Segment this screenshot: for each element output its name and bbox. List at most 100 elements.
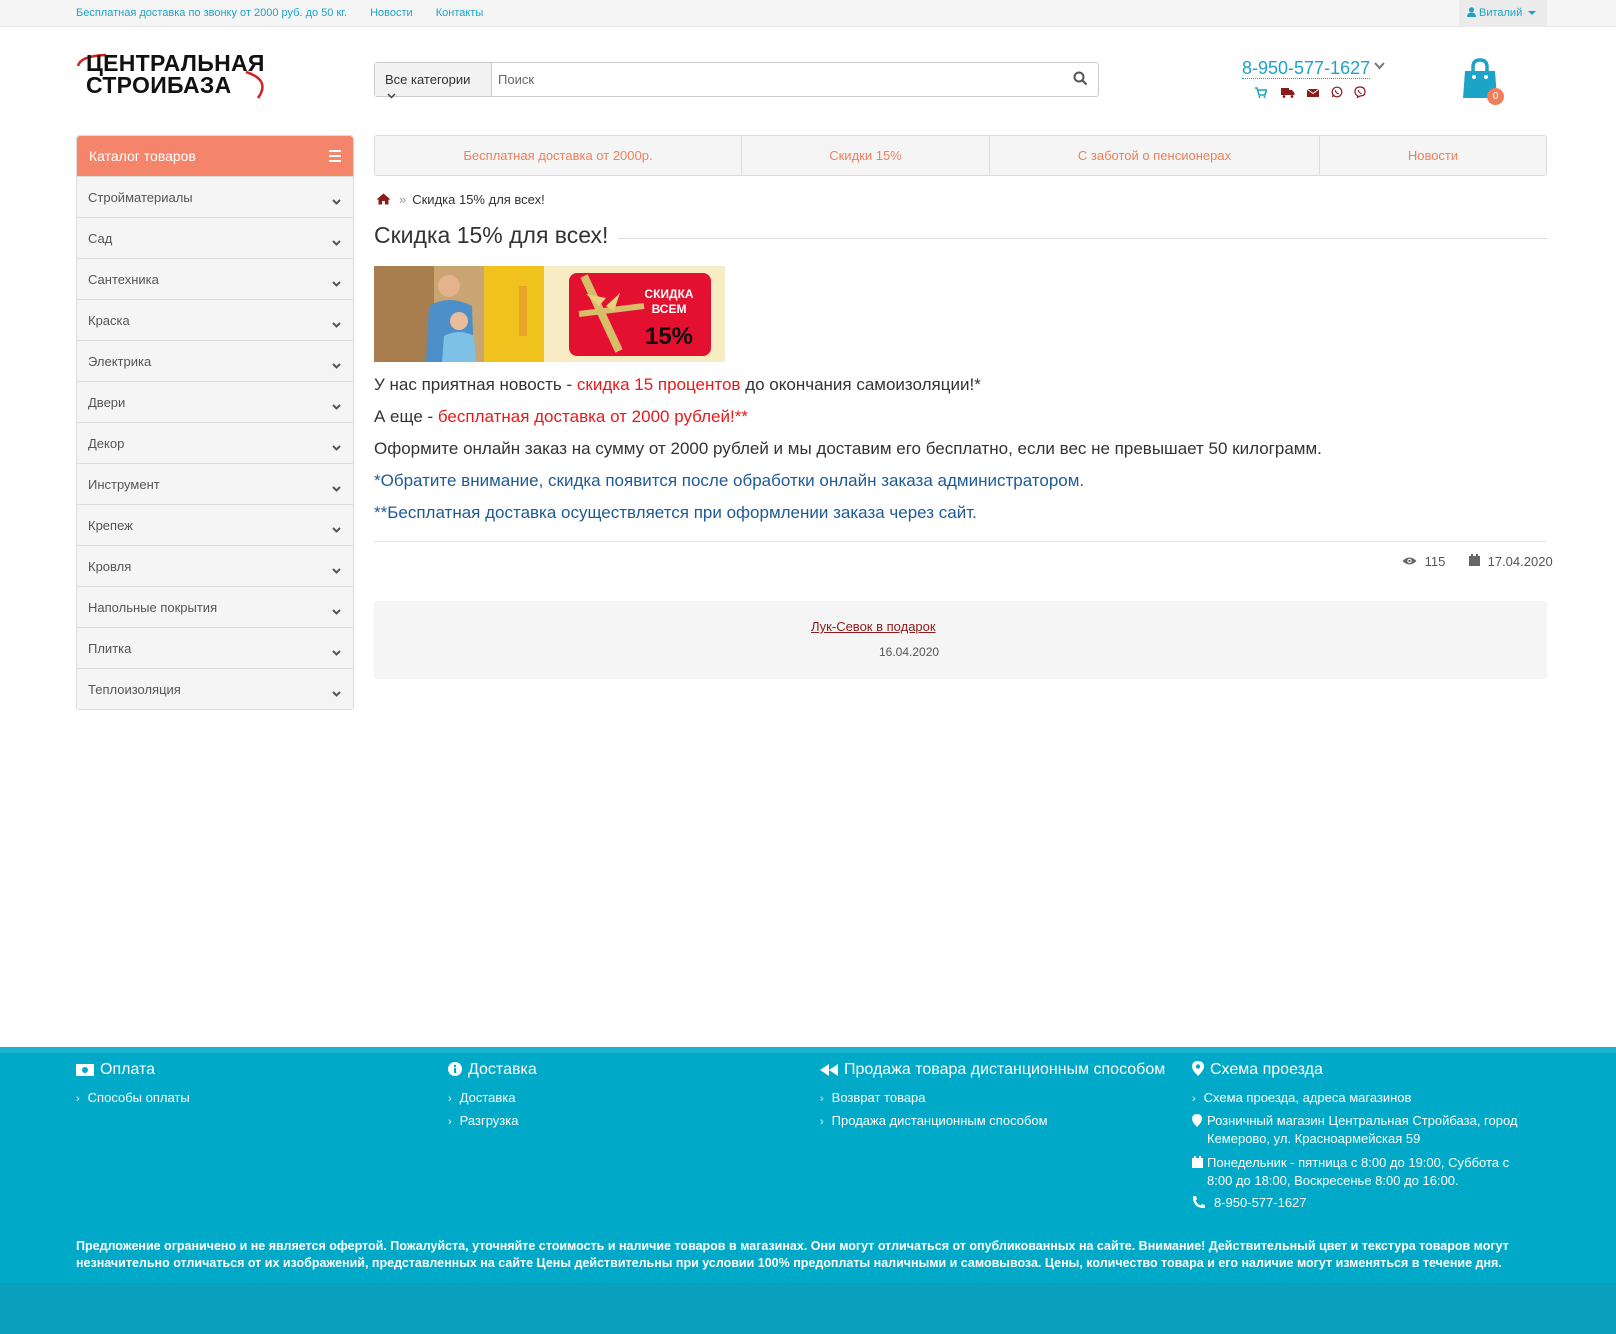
footer-link[interactable]: › Продажа дистанционным способом [820,1110,1165,1133]
user-name: Виталий [1479,7,1523,19]
logo-line1: ЦЕНТРАЛЬНАЯ [86,50,265,76]
banner-text-2: ВСЕМ [652,302,687,316]
article-paragraph: У нас приятная новость - скидка 15 проце… [374,375,981,394]
chevron-down-icon [387,93,396,99]
article-body: У нас приятная новость - скидка 15 проце… [374,369,1547,529]
search-button[interactable] [1073,71,1088,91]
chevron-down-icon[interactable] [1374,62,1385,70]
footer-remote-title: Продажа товара дистанционным способом [844,1061,1166,1078]
footer-col-remote-sales: Продажа товара дистанционным способом › В… [820,1061,1165,1133]
catalog-item[interactable]: Инструмент [77,463,353,504]
catalog-item[interactable]: Сантехника [77,258,353,299]
footer-phone[interactable]: 8-950-577-1627 [1192,1194,1532,1212]
catalog-item-label: Кровля [88,559,132,574]
catalog-item[interactable]: Напольные покрытия [77,586,353,627]
footer-link[interactable]: › Доставка [448,1087,537,1110]
meta-divider [374,541,1547,542]
cart-count-badge: 0 [1487,88,1504,105]
footer-col-delivery: Доставка › Доставка › Разгрузка [448,1061,537,1133]
catalog-item-label: Краска [88,313,130,328]
search-input[interactable] [498,67,1038,92]
catalog-item-label: Напольные покрытия [88,600,218,615]
chevron-down-icon [1528,11,1537,16]
viber-icon[interactable] [1354,85,1366,103]
catalog-item-label: Крепеж [88,518,133,533]
chevron-down-icon [332,316,341,331]
cart-small-icon[interactable] [1255,85,1268,103]
search-category-select[interactable]: Все категории [375,63,492,99]
user-menu[interactable]: Виталий [1459,0,1547,27]
catalog-item[interactable]: Крепеж [77,504,353,545]
article-paragraph: Оформите онлайн заказ на сумму от 2000 р… [374,439,1322,458]
catalog-header[interactable]: Каталог товаров [77,136,353,176]
catalog-item[interactable]: Стройматериалы [77,176,353,217]
footer-link[interactable]: › Разгрузка [448,1110,537,1133]
news-link[interactable]: Новости [370,7,413,19]
tab-free-delivery[interactable]: Бесплатная доставка от 2000р. [375,136,742,175]
breadcrumb-separator: » [399,192,407,207]
chevron-down-icon [332,521,341,536]
catalog-item-label: Электрика [88,354,152,369]
breadcrumb-current: Скидка 15% для всех! [412,192,545,207]
truck-icon[interactable] [1281,85,1295,103]
footer-col-directions: Схема проезда › Схема проезда, адреса маг… [1192,1061,1532,1212]
nav-tabs: Бесплатная доставка от 2000р. Скидки 15%… [374,135,1547,176]
chevron-down-icon [332,644,341,659]
user-icon [1467,7,1476,17]
catalog-item[interactable]: Двери [77,381,353,422]
footer-payment-title: Оплата [100,1061,156,1078]
top-bar: Бесплатная доставка по звонку от 2000 ру… [0,0,1616,27]
calendar-icon [1468,554,1480,566]
chevron-down-icon [332,398,341,413]
catalog-title: Каталог товаров [89,148,196,164]
catalog-item[interactable]: Декор [77,422,353,463]
catalog-item-label: Стройматериалы [88,190,193,205]
menu-icon [329,150,341,165]
search-bar: Все категории [374,62,1099,99]
catalog-item[interactable]: Теплоизоляция [77,668,353,709]
catalog-item-label: Плитка [88,641,132,656]
header-phone[interactable]: 8-950-577-1627 [1242,58,1371,79]
catalog-item[interactable]: Кровля [77,545,353,586]
whatsapp-icon[interactable] [1331,85,1343,103]
footer-link[interactable]: › Способы оплаты [76,1087,190,1110]
cart-button[interactable]: 0 [1462,58,1504,105]
footer: Оплата › Способы оплаты Доставка › Доставк… [0,1047,1616,1334]
catalog-item[interactable]: Сад [77,217,353,258]
mail-icon[interactable] [1306,85,1320,103]
footer-link[interactable]: › Возврат товара [820,1087,1165,1110]
footer-bottom-bar [0,1283,1616,1334]
chevron-down-icon [332,357,341,372]
catalog-item-label: Инструмент [88,477,160,492]
home-icon[interactable] [376,193,391,205]
info-icon [448,1062,462,1076]
site-logo[interactable]: ЦЕНТРАЛЬНАЯ СТРОИБАЗА [76,50,268,100]
promo-banner-image: СКИДКА ВСЕМ 15% [374,266,725,362]
calendar-icon [1192,1156,1203,1168]
search-icon [1073,71,1088,86]
catalog-item-label: Сантехника [88,272,159,287]
related-news-link[interactable]: Лук-Севок в подарок [811,619,936,634]
tab-discounts[interactable]: Скидки 15% [742,136,990,175]
catalog-sidebar: Каталог товаров Стройматериалы Сад Сантехн… [76,135,354,710]
catalog-item-label: Сад [88,231,113,246]
delivery-link[interactable]: Бесплатная доставка по звонку от 2000 ру… [76,7,347,19]
views-count: 115 [1424,554,1446,570]
top-links: Бесплатная доставка по звонку от 2000 ру… [76,7,503,19]
chevron-down-icon [332,480,341,495]
catalog-item[interactable]: Краска [77,299,353,340]
catalog-item-label: Декор [88,436,125,451]
tab-pensioners[interactable]: С заботой о пенсионерах [990,136,1320,175]
map-marker-icon [1192,1114,1202,1127]
footer-link[interactable]: › Схема проезда, адреса магазинов [1192,1087,1532,1110]
related-news-date: 16.04.2020 [879,645,940,659]
catalog-item[interactable]: Электрика [77,340,353,381]
footer-directions-title: Схема проезда [1210,1061,1323,1078]
chevron-down-icon [332,234,341,249]
catalog-item-label: Двери [88,395,126,410]
footer-disclaimer: Предложение ограничено и не является офе… [76,1239,1509,1270]
breadcrumb: » Скидка 15% для всех! [376,192,545,207]
contacts-link[interactable]: Контакты [436,7,484,19]
tab-news[interactable]: Новости [1320,136,1546,175]
catalog-item[interactable]: Плитка [77,627,353,668]
